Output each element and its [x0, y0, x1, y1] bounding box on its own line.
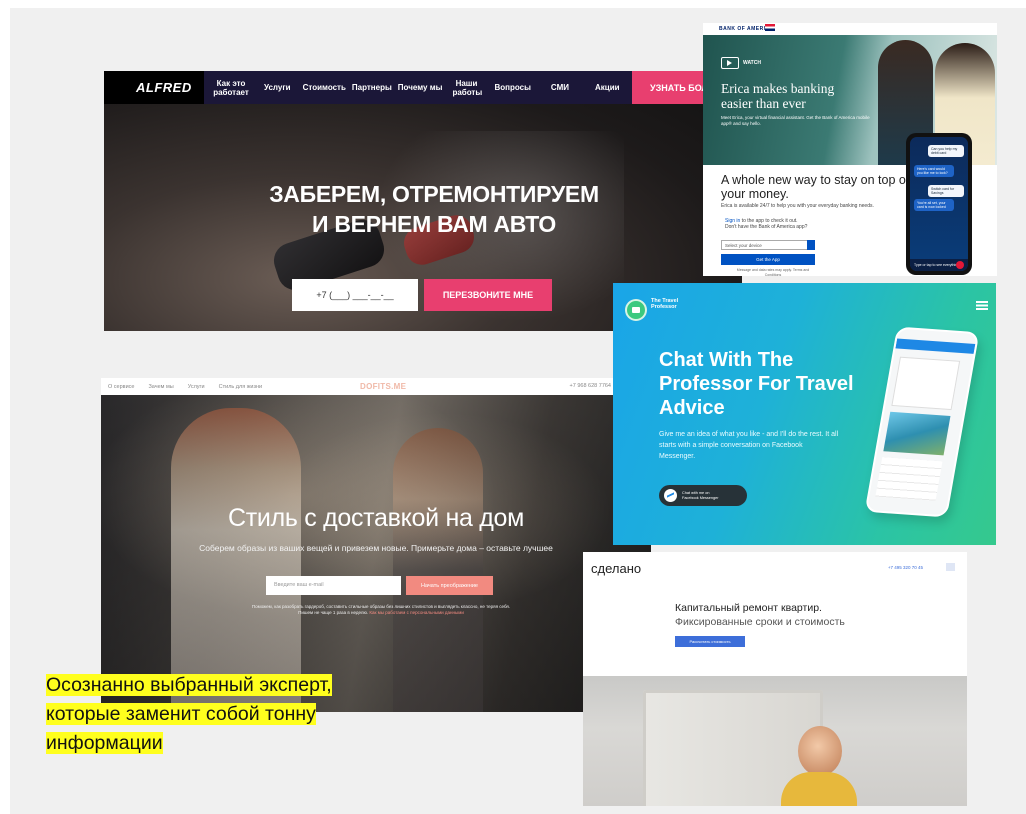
alfred-hero-title-line1: ЗАБЕРЕМ, ОТРЕМОНТИРУЕМ — [269, 181, 599, 207]
phone-chat-header — [895, 338, 976, 354]
suitcase-icon[interactable] — [625, 299, 647, 321]
caption-block: Осознанно выбранный эксперт, которые зам… — [46, 671, 446, 758]
hamburger-menu-icon[interactable] — [976, 301, 988, 310]
dofits-navbar: О сервисе Зачем мы Услуги Стиль для жизн… — [101, 378, 651, 395]
nav-pricing[interactable]: Стоимость — [303, 83, 346, 92]
boa-sign-in-text: Sign in to the app to check it out. Don'… — [725, 218, 875, 230]
alfred-hero-title-line2: И ВЕРНЕМ ВАМ АВТО — [312, 211, 556, 237]
chevron-down-icon[interactable] — [807, 240, 815, 250]
boa-header: BANK OF AMERICA — [703, 23, 997, 35]
alfred-logo[interactable]: ALFRED — [104, 71, 204, 104]
sdelano-photo — [583, 676, 967, 806]
boa-fine-print: Message and data rates may apply. Terms … — [736, 268, 810, 276]
dofits-logo[interactable]: DOFITS.ME — [360, 382, 406, 391]
dofits-screenshot: О сервисе Зачем мы Услуги Стиль для жизн… — [101, 378, 651, 712]
hero-woman-image — [393, 428, 483, 712]
boa-flag-icon — [765, 24, 775, 31]
boa-no-app-text: Don't have the Bank of America app? — [725, 224, 808, 230]
sdelano-calculate-button[interactable]: Рассчитать стоимость — [675, 636, 745, 647]
travel-phone-mockup — [864, 326, 980, 518]
travel-hero-title: Chat With The Professor For Travel Advic… — [659, 349, 854, 419]
nav-why-us[interactable]: Зачем мы — [148, 384, 173, 390]
travel-professor-screenshot: The Travel Professor Chat With The Profe… — [613, 283, 996, 545]
alfred-phone-input[interactable]: +7 (___) ___-__-__ — [292, 279, 418, 311]
hero-woman-image — [171, 408, 301, 712]
nav-services[interactable]: Услуги — [188, 384, 205, 390]
dofits-phone[interactable]: +7 968 628 7764 — [570, 383, 611, 389]
child-sweater-image — [781, 772, 857, 806]
messenger-button-label: Chat with me on Facebook Messenger — [682, 491, 719, 500]
nav-our-works[interactable]: Наши работы — [452, 79, 482, 97]
boa-phone-mockup: Can you help my debit card Here's card w… — [906, 133, 972, 275]
caption-line: информации — [46, 732, 163, 754]
nav-services[interactable]: Услуги — [264, 83, 291, 92]
nav-how-it-works[interactable]: Как это работает — [210, 79, 252, 97]
caption-line: которые заменит собой тонну — [46, 703, 316, 725]
boa-hero-title: Erica makes banking easier than ever — [721, 81, 835, 111]
messenger-button-line2: Facebook Messenger — [682, 495, 719, 500]
nav-style[interactable]: Стиль для жизни — [219, 384, 262, 390]
sdelano-logo[interactable]: сделано — [591, 561, 641, 576]
boa-screenshot: BANK OF AMERICA WATCH Erica makes bankin… — [703, 23, 997, 276]
boa-hero-text: Meet Erica, your virtual financial assis… — [721, 115, 870, 126]
dofits-start-button[interactable]: Начать преображение — [406, 576, 493, 595]
travel-logo-text[interactable]: The Travel Professor — [651, 298, 701, 310]
nav-about[interactable]: О сервисе — [108, 384, 134, 390]
sdelano-title: Капитальный ремонт квартир. — [675, 602, 822, 614]
dofits-hero-title: Стиль с доставкой на дом — [228, 504, 524, 532]
alfred-callback-button[interactable]: ПЕРЕЗВОНИТЕ МНЕ — [424, 279, 552, 311]
nav-why-us[interactable]: Почему мы — [398, 83, 443, 92]
alfred-navbar: ALFRED Как это работает Услуги Стоимость… — [104, 71, 742, 104]
dofits-fine-print: Поможем, как разобрать гардероб, состави… — [251, 604, 511, 616]
alfred-hero-title: ЗАБЕРЕМ, ОТРЕМОНТИРУЕМ И ВЕРНЕМ ВАМ АВТО — [224, 179, 644, 239]
menu-icon[interactable] — [946, 563, 955, 571]
sdelano-phone[interactable]: +7 495 320 70 45 — [888, 565, 923, 570]
play-video-icon[interactable] — [721, 57, 739, 69]
phone-chat-card — [891, 356, 961, 411]
phone-beach-image — [883, 411, 951, 456]
chat-bubble: Here's card would you like me to lock? — [914, 165, 954, 178]
chat-bubble: Switch card for Savings — [928, 185, 964, 198]
boa-watch-label[interactable]: WATCH — [743, 60, 761, 66]
phone-options-list — [875, 457, 943, 501]
nav-promos[interactable]: Акции — [595, 83, 620, 92]
chat-bubble: You're all set, your card is now locked — [914, 199, 954, 212]
dofits-email-input[interactable]: Введите ваш e-mail — [266, 576, 401, 595]
boa-subheading: A whole new way to stay on top of your m… — [721, 173, 910, 201]
travel-hero-text: Give me an idea of what you like - and I… — [659, 431, 839, 460]
boa-phone-screen: Can you help my debit card Here's card w… — [910, 137, 968, 271]
sdelano-subtitle: Фиксированные сроки и стоимость — [675, 616, 845, 628]
boa-subtext: Erica is available 24/7 to help you with… — [721, 203, 874, 209]
microphone-icon[interactable] — [956, 261, 964, 269]
child-image — [798, 726, 842, 776]
nav-faq[interactable]: Вопросы — [494, 83, 530, 92]
boa-get-app-button[interactable]: Get the App — [721, 254, 815, 265]
messenger-icon — [664, 489, 677, 502]
caption-line: Осознанно выбранный эксперт, — [46, 674, 332, 696]
sdelano-screenshot: сделано +7 495 320 70 45 Капитальный рем… — [583, 552, 967, 806]
nav-media[interactable]: СМИ — [551, 83, 569, 92]
boa-device-select[interactable]: Select your device — [721, 240, 815, 250]
chat-bubble: Can you help my debit card — [928, 145, 964, 158]
nav-partners[interactable]: Партнеры — [352, 83, 392, 92]
dofits-hero-subtitle: Соберем образы из ваших вещей и привезем… — [199, 543, 553, 553]
dofits-privacy-link[interactable]: Как мы работаем с персональными данными — [369, 610, 464, 615]
messenger-chat-button[interactable]: Chat with me on Facebook Messenger — [659, 485, 747, 506]
